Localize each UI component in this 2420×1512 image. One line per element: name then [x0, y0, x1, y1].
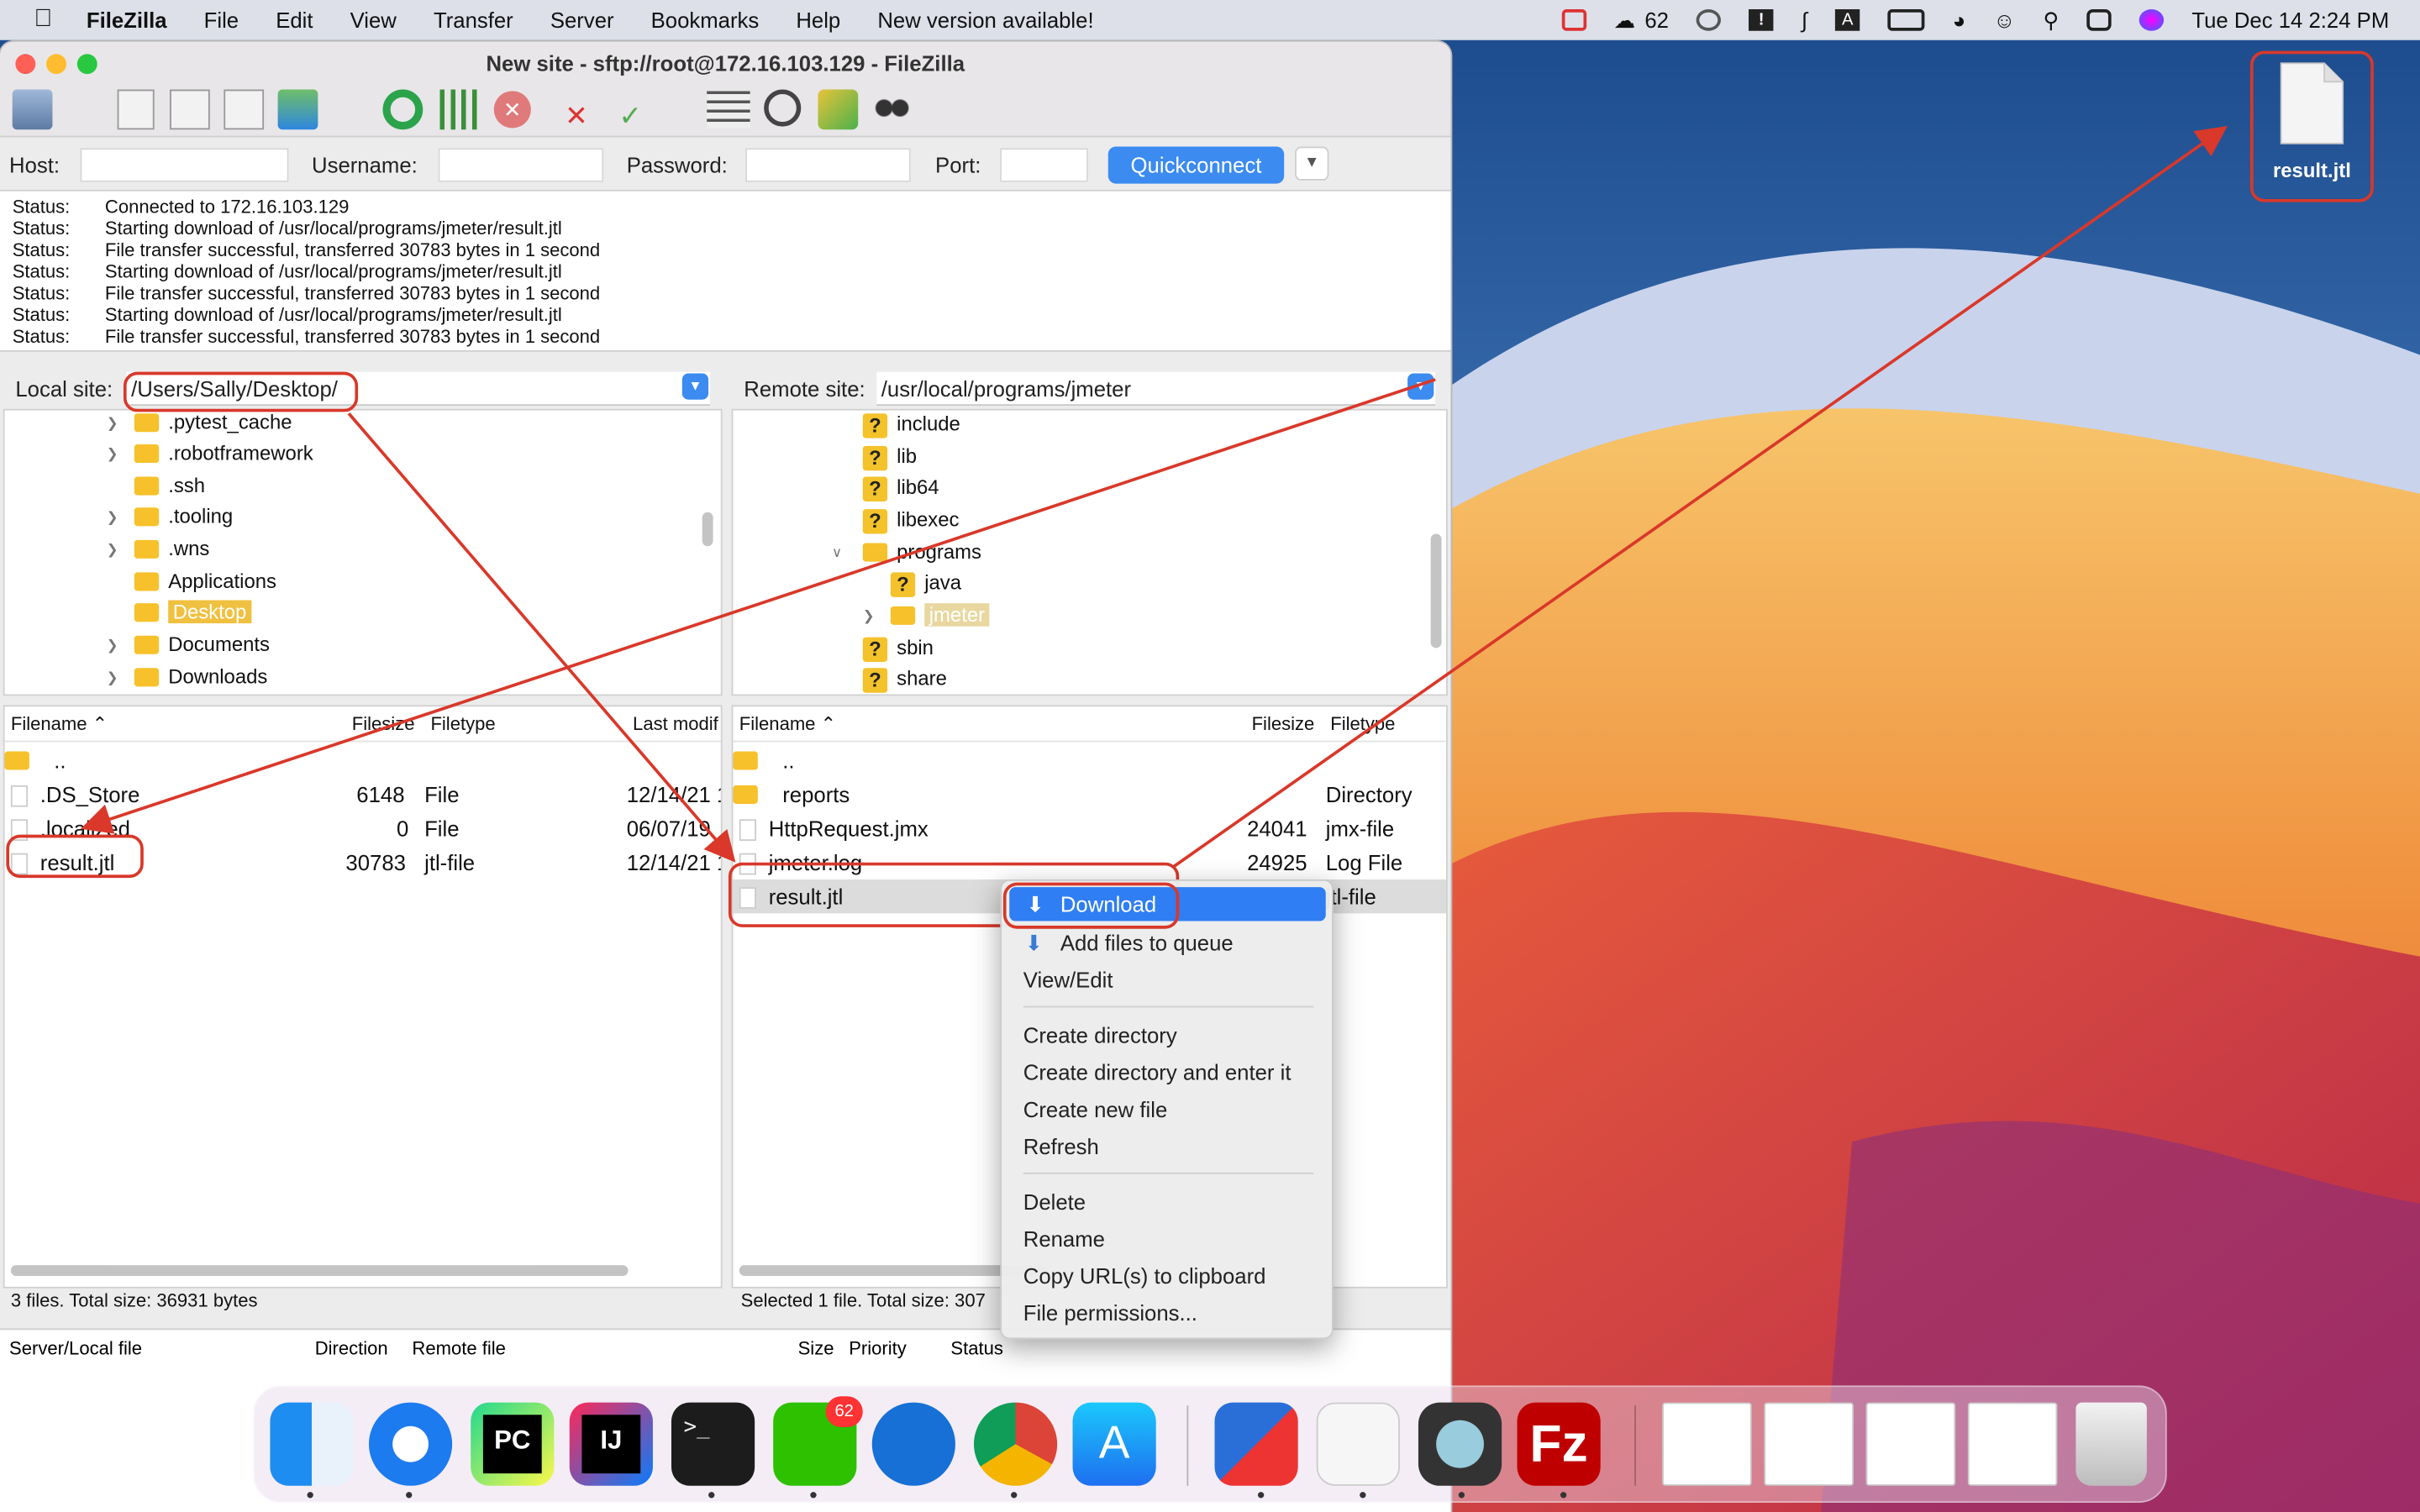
- intellij-icon[interactable]: IJ: [569, 1402, 653, 1486]
- app-pin-icon[interactable]: [871, 1402, 955, 1486]
- wechat-badge: 62: [825, 1396, 863, 1427]
- window-thumbnail[interactable]: [1764, 1402, 1854, 1486]
- arrow-remote-to-local-file: [80, 378, 1436, 834]
- window-thumbnail[interactable]: [1662, 1402, 1752, 1486]
- running-indicator: [810, 1492, 817, 1499]
- menu-item-refresh[interactable]: Refresh: [1023, 1129, 1099, 1163]
- quicktime-icon[interactable]: [1418, 1402, 1502, 1486]
- filezilla-icon[interactable]: Fz: [1517, 1402, 1601, 1486]
- add-to-queue-icon: ⬇: [1024, 930, 1044, 955]
- menu-item-copy-url[interactable]: Copy URL(s) to clipboard: [1023, 1259, 1266, 1293]
- menu-item-view-edit[interactable]: View/Edit: [1023, 963, 1113, 996]
- running-indicator: [307, 1492, 313, 1499]
- annotation-box-download: [1002, 882, 1180, 929]
- running-indicator: [708, 1492, 715, 1499]
- dock-divider: [1634, 1405, 1636, 1486]
- running-indicator: [1011, 1492, 1018, 1499]
- menu-separator: [1023, 1005, 1314, 1008]
- terminal-icon[interactable]: >_: [671, 1402, 755, 1486]
- menu-item-create-directory[interactable]: Create directory: [1023, 1018, 1177, 1052]
- running-indicator: [1560, 1492, 1567, 1499]
- pycharm-icon[interactable]: PC: [471, 1402, 555, 1486]
- screen-sharing-icon[interactable]: [1214, 1402, 1298, 1486]
- running-indicator: [1257, 1492, 1265, 1499]
- menu-item-add-to-queue[interactable]: ⬇ Add files to queue: [1023, 926, 1234, 959]
- context-menu: ⬇ Download ⬇ Add files to queue View/Edi…: [1000, 879, 1334, 1340]
- menu-separator: [1023, 1172, 1314, 1174]
- arrow-to-desktop-file: [1171, 126, 2228, 869]
- menu-item-file-permissions[interactable]: File permissions...: [1023, 1296, 1197, 1330]
- safari-icon[interactable]: [368, 1402, 453, 1486]
- trash-icon[interactable]: [2075, 1402, 2147, 1486]
- menu-item-label: Add files to queue: [1060, 930, 1234, 955]
- running-indicator: [406, 1492, 413, 1499]
- arrow-local-path-to-remote-file: [347, 412, 736, 863]
- chrome-icon[interactable]: [973, 1402, 1058, 1486]
- dock-divider: [1186, 1405, 1189, 1486]
- window-thumbnail[interactable]: [1865, 1402, 1956, 1486]
- dock: PC IJ >_ 62 A Fz: [253, 1385, 2167, 1503]
- running-indicator: [1360, 1492, 1366, 1499]
- menu-item-rename[interactable]: Rename: [1023, 1222, 1105, 1256]
- window-thumbnail[interactable]: [1967, 1402, 2058, 1486]
- app-store-icon[interactable]: A: [1072, 1402, 1156, 1486]
- running-indicator: [1458, 1492, 1465, 1499]
- menu-item-create-directory-enter[interactable]: Create directory and enter it: [1023, 1055, 1292, 1089]
- finder-icon[interactable]: [270, 1402, 354, 1486]
- menu-item-create-new-file[interactable]: Create new file: [1023, 1092, 1168, 1126]
- textedit-icon[interactable]: [1316, 1402, 1400, 1486]
- menu-item-delete[interactable]: Delete: [1023, 1185, 1086, 1219]
